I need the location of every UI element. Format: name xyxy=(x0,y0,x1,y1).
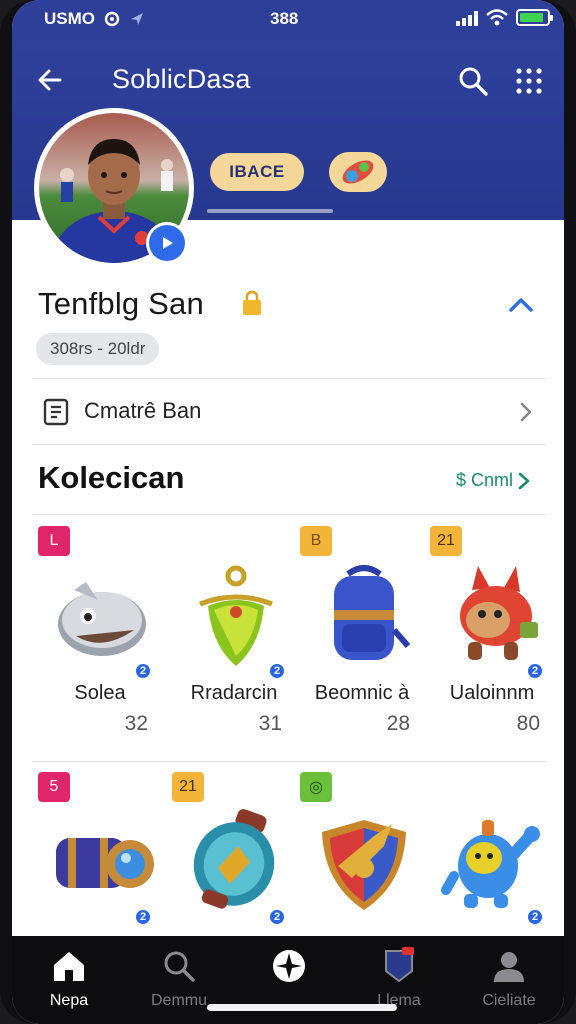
card-count: 32 xyxy=(124,712,148,735)
nav-label: Nepa xyxy=(49,992,89,1009)
profile-meta: 308rs - 20ldr xyxy=(36,333,160,365)
collection-card[interactable]: 2 Rradarcin 31 xyxy=(172,526,298,742)
chevron-right-icon xyxy=(520,402,532,422)
home-indicator xyxy=(207,1004,397,1011)
card-badge: 2 xyxy=(134,662,152,680)
collection-card[interactable]: 2 xyxy=(430,772,556,932)
header-divider xyxy=(207,209,333,213)
battery-icon xyxy=(516,9,553,26)
teal-capsule-icon xyxy=(180,806,292,918)
nav-badges[interactable]: Llema xyxy=(344,946,454,1010)
card-badge: 2 xyxy=(268,662,286,680)
blue-robot-icon xyxy=(438,806,550,918)
red-creature-icon xyxy=(438,560,550,672)
grid-menu-icon[interactable] xyxy=(514,66,544,96)
signal-icon xyxy=(456,10,478,26)
wifi-small-icon xyxy=(104,11,120,27)
app-title: SoblicDasa xyxy=(112,64,251,94)
back-arrow-icon[interactable] xyxy=(34,64,66,96)
collection-card[interactable]: ◎ xyxy=(300,772,426,932)
collection-card[interactable]: 21 2 xyxy=(172,772,298,932)
card-tag: ◎ xyxy=(300,772,332,802)
nav-explore[interactable] xyxy=(234,946,344,992)
chevron-right-icon xyxy=(518,472,530,489)
status-bar: USMO 388 xyxy=(12,0,564,40)
profile-name: Tenfblg San xyxy=(38,286,204,321)
see-all-label: $ Cnml xyxy=(456,470,514,490)
collection-card[interactable]: 52 xyxy=(38,772,164,932)
wifi-icon xyxy=(486,9,508,26)
play-icon xyxy=(163,237,173,249)
card-name: Solea xyxy=(74,682,126,704)
home-icon xyxy=(54,952,84,981)
divider xyxy=(32,378,546,379)
search-icon[interactable] xyxy=(456,64,490,98)
divider xyxy=(32,514,546,515)
card-count: 31 xyxy=(258,712,282,735)
profile-icon xyxy=(494,952,524,982)
whale-figure-icon xyxy=(46,560,158,672)
card-tag: B xyxy=(300,526,332,556)
compass-icon xyxy=(273,950,305,982)
card-name: Rradarcin xyxy=(190,682,278,704)
card-badge: 2 xyxy=(526,908,544,926)
badge-icon xyxy=(385,947,414,983)
phone-frame: USMO 388 SoblicDasa IBACE Tenfblg San 30… xyxy=(0,0,576,1024)
divider xyxy=(32,761,546,762)
card-tag: 21 xyxy=(172,772,204,802)
collection-card[interactable]: L 2 Solea 32 xyxy=(38,526,164,742)
card-name: Ualoinnm xyxy=(449,682,535,704)
chevron-up-icon[interactable] xyxy=(508,294,534,314)
card-tag: 5 xyxy=(38,772,70,802)
nav-label: Cieliate xyxy=(482,992,536,1009)
status-left: USMO xyxy=(44,9,145,29)
lock-icon xyxy=(243,290,261,315)
card-tag: L xyxy=(38,526,70,556)
search-icon xyxy=(164,951,195,982)
toy-chip[interactable] xyxy=(329,152,387,192)
nav-search[interactable]: Demmu xyxy=(124,946,234,1010)
carrier-label: USMO xyxy=(44,9,95,28)
screen: USMO 388 SoblicDasa IBACE Tenfblg San 30… xyxy=(12,0,564,1024)
status-right xyxy=(456,9,553,26)
collection-card[interactable]: B Beomnic à 28 xyxy=(300,526,426,742)
nav-home[interactable]: Nepa xyxy=(14,946,124,1010)
card-badge: 2 xyxy=(134,908,152,926)
location-icon xyxy=(131,13,143,25)
space-chip[interactable]: IBACE xyxy=(210,153,304,191)
action-label: Cmatrê Ban xyxy=(84,398,202,423)
card-count: 28 xyxy=(386,712,410,735)
card-badge: 2 xyxy=(268,908,286,926)
card-tag: 21 xyxy=(430,526,462,556)
see-all-link[interactable]: $ Cnml xyxy=(456,470,531,491)
barrel-cannon-icon xyxy=(46,806,158,918)
status-time: 388 xyxy=(270,9,299,28)
avatar-play-badge[interactable] xyxy=(146,222,188,264)
shield-emblem-icon xyxy=(308,806,420,918)
device-icon xyxy=(43,398,69,426)
nav-profile[interactable]: Cieliate xyxy=(454,946,564,1010)
card-badge: 2 xyxy=(526,662,544,680)
collection-card[interactable]: 21 2 Ualoinnm 80 xyxy=(430,526,556,742)
card-name: Beomnic à xyxy=(314,682,410,704)
toy-icon xyxy=(342,160,374,184)
card-count: 80 xyxy=(516,712,540,735)
divider xyxy=(32,444,546,445)
collection-title: Kolecican xyxy=(38,460,185,495)
green-amulet-icon xyxy=(180,560,292,672)
action-row[interactable]: Cmatrê Ban xyxy=(12,380,564,444)
blue-backpack-icon xyxy=(308,560,420,672)
